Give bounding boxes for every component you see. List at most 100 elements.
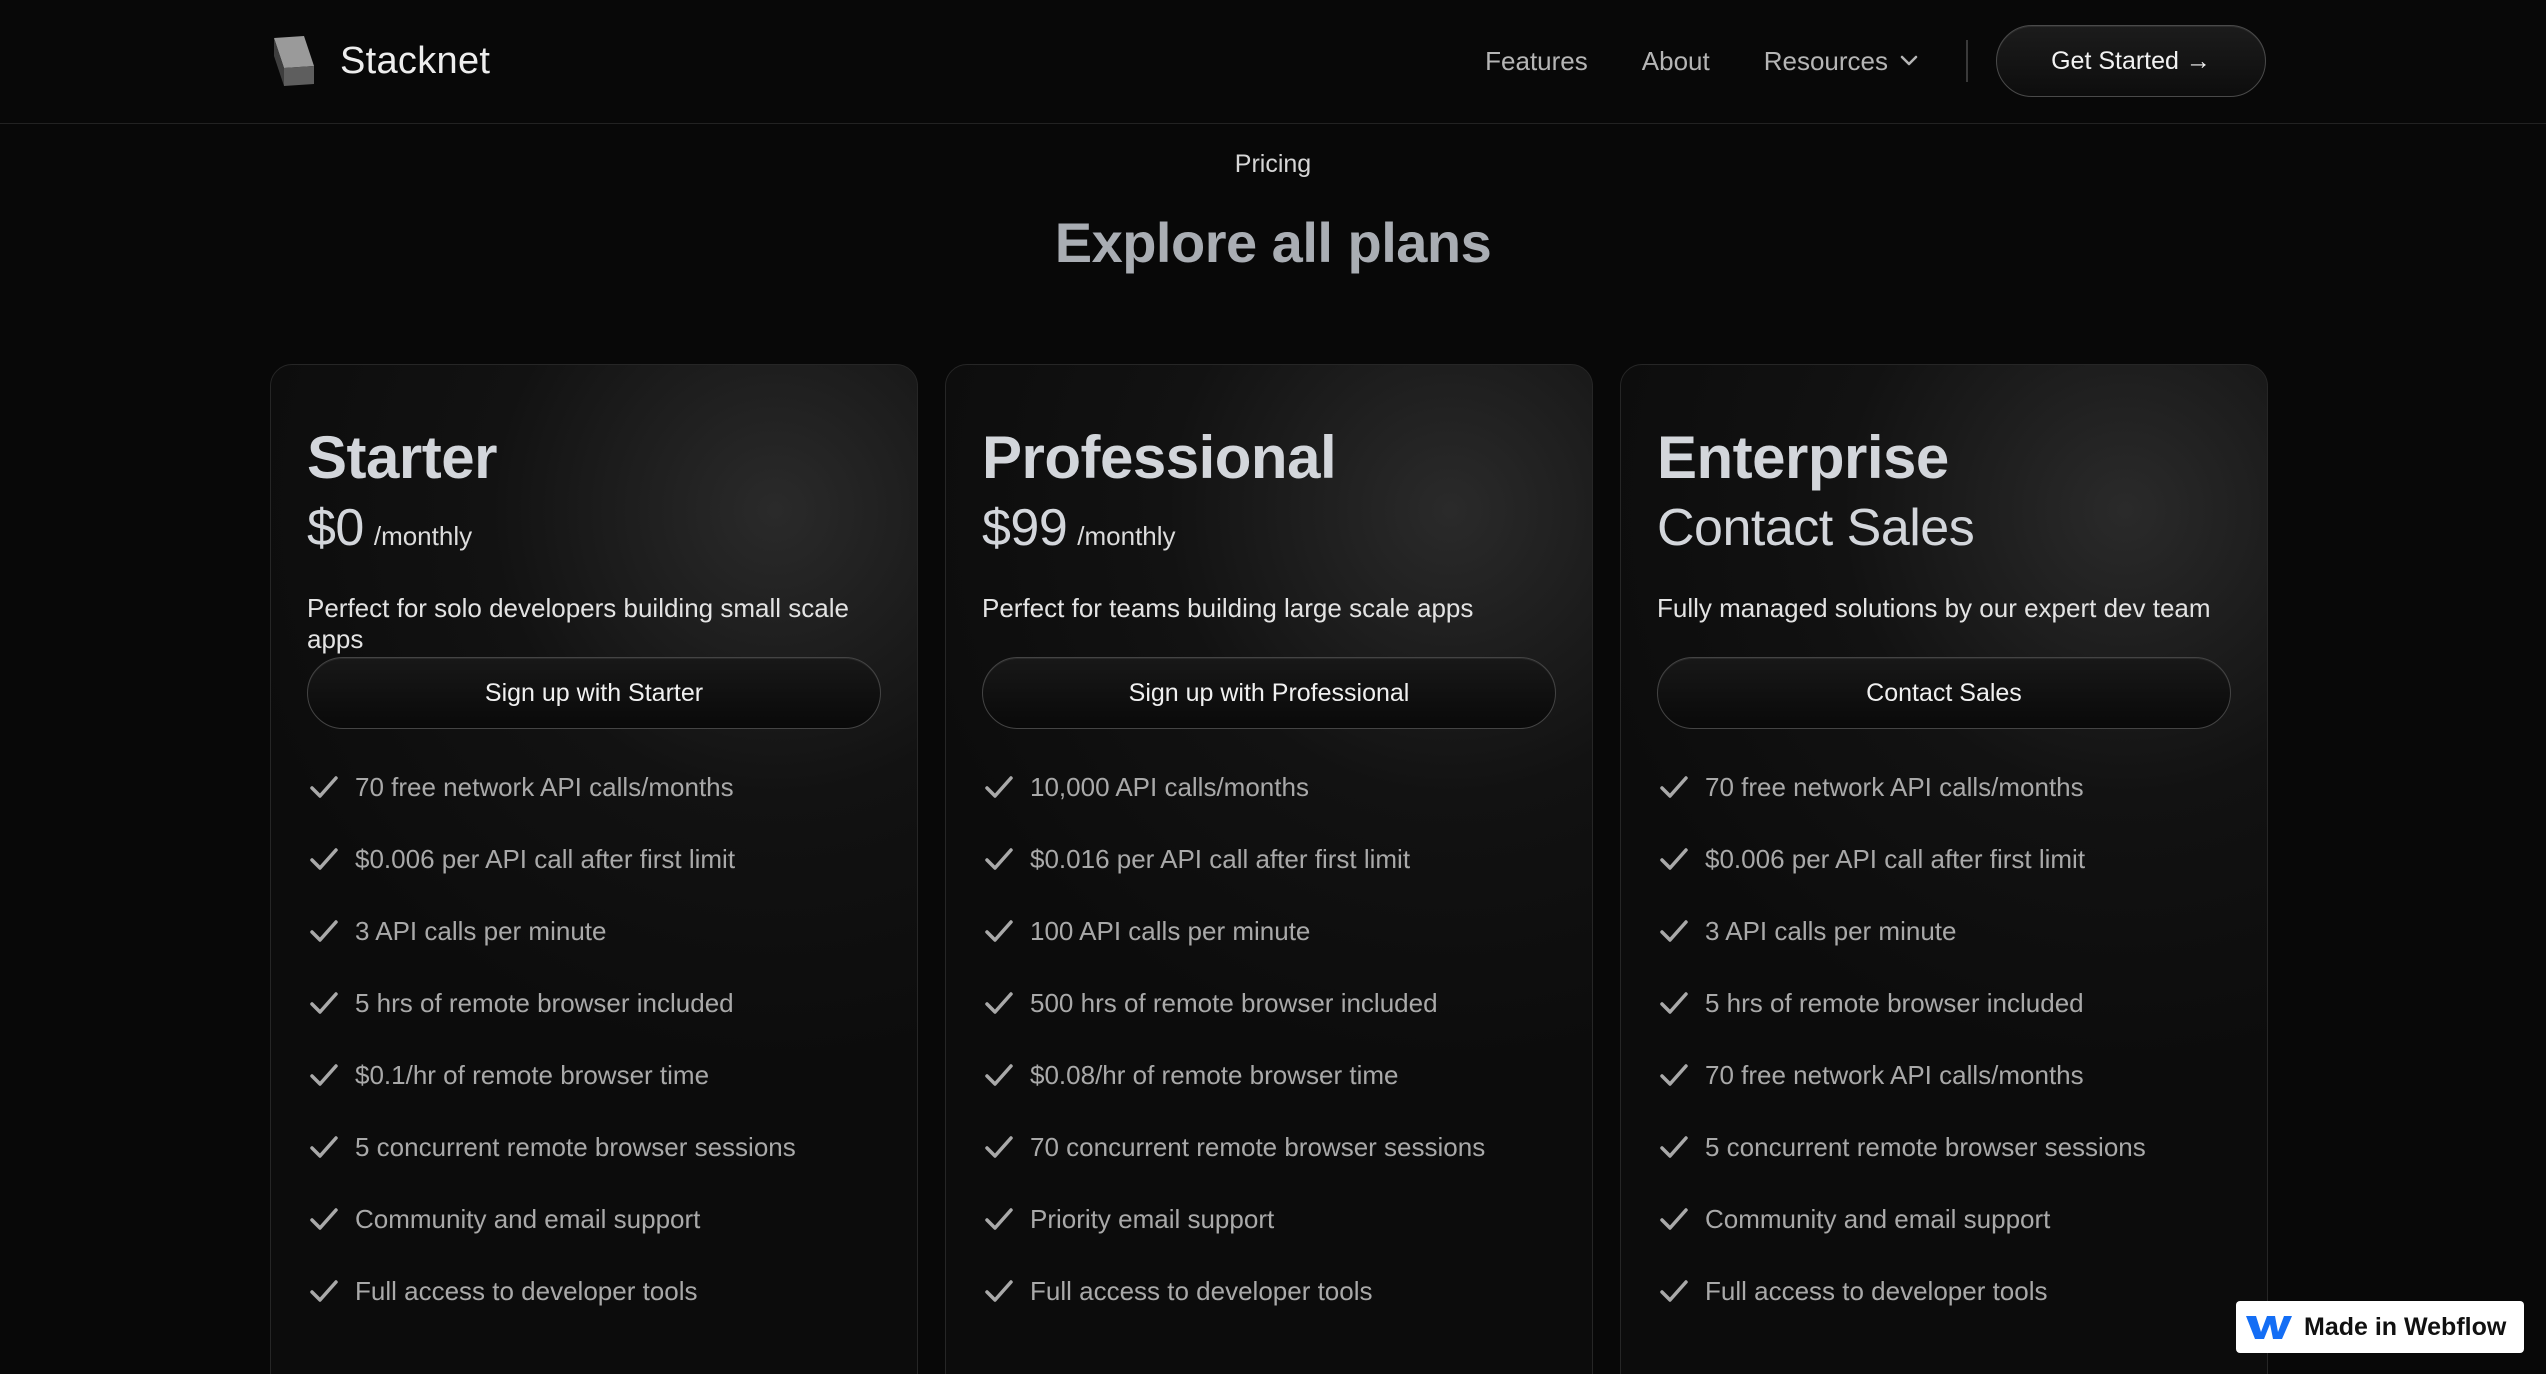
plan-feature-text: 70 concurrent remote browser sessions (1030, 1131, 1486, 1162)
plan-price-period: /monthly (1077, 521, 1176, 551)
plan-feature-item: 3 API calls per minute (307, 895, 881, 967)
plan-feature-text: 70 free network API calls/months (1705, 771, 2084, 802)
plan-feature-item: Community and email support (307, 1183, 881, 1255)
plan-feature-item: 70 free network API calls/months (1657, 1039, 2231, 1111)
plan-feature-item: $0.08/hr of remote browser time (982, 1039, 1556, 1111)
plan-signup-button[interactable]: Contact Sales (1657, 657, 2231, 729)
check-icon (1660, 1136, 1688, 1158)
plan-feature-item: 500 hrs of remote browser included (982, 967, 1556, 1039)
check-icon (985, 776, 1013, 798)
pricing-page: Stacknet Features About Resources Get St… (0, 0, 2546, 1374)
page-title: Explore all plans (1054, 211, 1492, 274)
plan-feature-list: 70 free network API calls/months $0.006 p… (1657, 751, 2231, 1327)
plan-card-enterprise: Enterprise Contact Sales Fully managed sol… (1620, 364, 2268, 1374)
chevron-down-icon (1900, 55, 1918, 66)
plan-feature-text: 3 API calls per minute (1705, 915, 1957, 946)
plan-description: Perfect for solo developers building sma… (307, 593, 849, 654)
plan-feature-item: Priority email support (982, 1183, 1556, 1255)
top-navigation: Stacknet Features About Resources Get St… (0, 0, 2546, 124)
plan-feature-text: $0.1/hr of remote browser time (355, 1059, 710, 1090)
nav-dropdown-resources[interactable]: Resources (1764, 46, 1918, 77)
check-icon (1660, 776, 1688, 798)
plan-name: Enterprise (1657, 424, 1949, 491)
plan-feature-item: 100 API calls per minute (982, 895, 1556, 967)
plan-feature-item: 70 free network API calls/months (1657, 751, 2231, 823)
price-row: Contact Sales (1657, 493, 2231, 563)
brand-link[interactable]: Stacknet (270, 30, 490, 92)
check-icon (1660, 992, 1688, 1014)
plan-feature-item: 5 hrs of remote browser included (307, 967, 881, 1039)
made-in-webflow-badge[interactable]: Made in Webflow (2236, 1301, 2524, 1353)
check-icon (310, 848, 338, 870)
plan-feature-item: Full access to developer tools (307, 1255, 881, 1327)
plan-feature-text: Community and email support (1705, 1203, 2051, 1234)
plan-feature-text: 70 free network API calls/months (355, 771, 734, 802)
plan-feature-item: Full access to developer tools (1657, 1255, 2231, 1327)
brand-name: Stacknet (340, 39, 491, 82)
plan-feature-item: 10,000 API calls/months (982, 751, 1556, 823)
pricing-cards: Starter $0/monthly Perfect for solo develo… (270, 364, 2268, 1374)
check-icon (1660, 920, 1688, 942)
plan-feature-item: Community and email support (1657, 1183, 2231, 1255)
nav-link-about[interactable]: About (1642, 46, 1710, 77)
plan-feature-text: $0.016 per API call after first limit (1030, 843, 1411, 874)
check-icon (1660, 1064, 1688, 1086)
plan-feature-text: Priority email support (1030, 1203, 1275, 1234)
stacknet-logo-icon (274, 36, 314, 86)
plan-feature-text: 10,000 API calls/months (1030, 771, 1309, 802)
check-icon (1660, 1208, 1688, 1230)
check-icon (310, 1208, 338, 1230)
plan-card-professional: Professional $99/monthly Perfect for teams… (945, 364, 1593, 1374)
plan-feature-item: 5 hrs of remote browser included (1657, 967, 2231, 1039)
plan-feature-item: $0.006 per API call after first limit (307, 823, 881, 895)
plan-feature-text: 5 hrs of remote browser included (1705, 987, 2084, 1018)
plan-signup-button[interactable]: Sign up with Starter (307, 657, 881, 729)
check-icon (985, 1208, 1013, 1230)
plan-feature-text: 5 hrs of remote browser included (355, 987, 734, 1018)
plan-feature-item: 5 concurrent remote browser sessions (1657, 1111, 2231, 1183)
check-icon (985, 920, 1013, 942)
plan-description: Fully managed solutions by our expert de… (1657, 593, 2211, 623)
plan-feature-text: Full access to developer tools (1030, 1275, 1373, 1306)
plan-feature-item: $0.006 per API call after first limit (1657, 823, 2231, 895)
plan-feature-list: 10,000 API calls/months $0.016 per API ca… (982, 751, 1556, 1327)
plan-price-period: /monthly (373, 521, 473, 551)
plan-price: $99 (982, 499, 1068, 557)
plan-feature-text: Full access to developer tools (355, 1275, 698, 1306)
check-icon (310, 992, 338, 1014)
plan-feature-item: Full access to developer tools (982, 1255, 1556, 1327)
get-started-button[interactable]: Get Started → (1996, 25, 2266, 97)
check-icon (985, 1136, 1013, 1158)
plan-feature-item: 3 API calls per minute (1657, 895, 2231, 967)
price-row: $99/monthly (982, 493, 1556, 563)
plan-feature-text: 5 concurrent remote browser sessions (355, 1131, 796, 1162)
check-icon (1660, 848, 1688, 870)
badge-label: Made in Webflow (2304, 1312, 2507, 1341)
plan-feature-item: 70 free network API calls/months (307, 751, 881, 823)
nav-link-features[interactable]: Features (1485, 46, 1588, 77)
plan-feature-text: $0.006 per API call after first limit (355, 843, 736, 874)
check-icon (310, 776, 338, 798)
plan-feature-item: $0.016 per API call after first limit (982, 823, 1556, 895)
webflow-logo-icon (2246, 1316, 2292, 1339)
check-icon (310, 1280, 338, 1302)
check-icon (985, 848, 1013, 870)
plan-feature-text: $0.006 per API call after first limit (1705, 843, 2086, 874)
plan-signup-button[interactable]: Sign up with Professional (982, 657, 1556, 729)
check-icon (310, 1064, 338, 1086)
plan-name: Professional (982, 424, 1337, 491)
plan-feature-text: 3 API calls per minute (355, 915, 607, 946)
plan-feature-text: $0.08/hr of remote browser time (1030, 1059, 1399, 1090)
plan-feature-text: Full access to developer tools (1705, 1275, 2048, 1306)
plan-feature-item: 70 concurrent remote browser sessions (982, 1111, 1556, 1183)
plan-feature-text: 5 concurrent remote browser sessions (1705, 1131, 2146, 1162)
plan-feature-list: 70 free network API calls/months $0.006 p… (307, 751, 881, 1327)
check-icon (985, 992, 1013, 1014)
plan-feature-text: Community and email support (355, 1203, 701, 1234)
plan-feature-text: 70 free network API calls/months (1705, 1059, 2084, 1090)
check-icon (1660, 1280, 1688, 1302)
plan-name: Starter (307, 424, 497, 491)
nav-divider (1966, 40, 1968, 82)
plan-feature-text: 100 API calls per minute (1030, 915, 1311, 946)
plan-feature-item: 5 concurrent remote browser sessions (307, 1111, 881, 1183)
